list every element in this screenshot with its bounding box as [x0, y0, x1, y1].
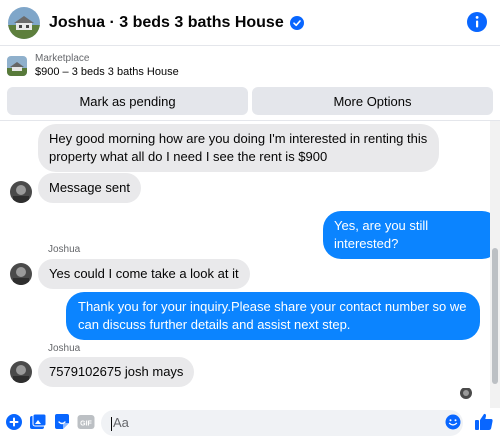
message-input[interactable]: Aa: [101, 410, 463, 436]
avatar[interactable]: [10, 181, 32, 203]
listing-actions: Mark as pending More Options: [7, 87, 493, 115]
message-bubble: 7579102675 josh mays: [38, 357, 195, 387]
avatar[interactable]: [10, 361, 32, 383]
sender-name: Joshua: [48, 244, 81, 255]
message-bubble: Hey good morning how are you doing I'm i…: [38, 124, 439, 172]
info-icon[interactable]: [466, 11, 488, 33]
sticker-icon[interactable]: [53, 413, 71, 431]
message-bubble: Yes, are you still interested?: [323, 211, 500, 259]
mark-as-pending-button[interactable]: Mark as pending: [7, 87, 248, 115]
emoji-icon[interactable]: [445, 414, 461, 430]
listing-thumbnail: [7, 55, 27, 76]
message-bubble: Thank you for your inquiry.Please share …: [66, 292, 480, 340]
photo-icon[interactable]: [29, 413, 47, 431]
marketplace-listing[interactable]: Marketplace $900 – 3 beds 3 baths House: [0, 46, 500, 85]
message-bubble: Message sent: [38, 173, 141, 203]
gif-icon[interactable]: GIF: [77, 413, 95, 431]
svg-text:GIF: GIF: [80, 421, 92, 428]
house-photo-avatar[interactable]: [8, 6, 40, 39]
listing-kicker: Marketplace: [35, 53, 90, 64]
divider: [0, 120, 500, 121]
plus-icon[interactable]: [5, 413, 23, 431]
conversation-header: Joshua · 3 beds 3 baths House: [0, 0, 500, 46]
message-bubble: Yes could I come take a look at it: [38, 259, 250, 289]
scrollbar-thumb[interactable]: [492, 248, 498, 384]
message-input-placeholder: Aa: [113, 415, 129, 430]
text-caret: [111, 416, 112, 431]
thumbs-up-icon[interactable]: [474, 412, 494, 432]
verified-badge-icon: [289, 15, 304, 30]
listing-title: $900 – 3 beds 3 baths House: [35, 66, 179, 78]
avatar[interactable]: [10, 263, 32, 285]
seen-avatar: [460, 387, 472, 399]
sender-name: Joshua: [48, 343, 81, 354]
more-options-button[interactable]: More Options: [252, 87, 493, 115]
page-title[interactable]: Joshua · 3 beds 3 baths House: [49, 14, 284, 32]
